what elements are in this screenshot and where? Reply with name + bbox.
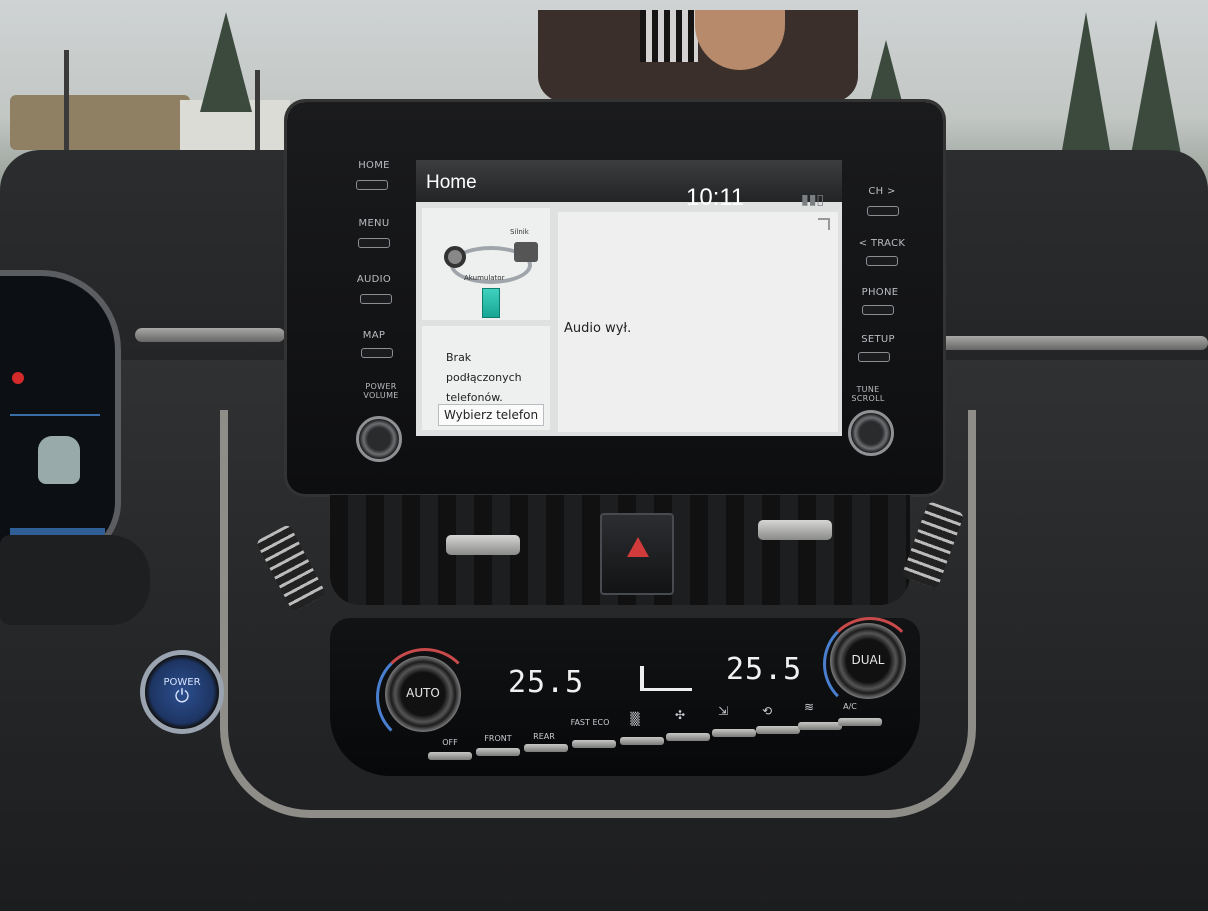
auto-knob-label: AUTO <box>406 686 440 700</box>
power-icon: ⏻ <box>174 686 190 707</box>
recirculation-icon: ⟲ <box>761 704 773 718</box>
dual-knob[interactable]: DUAL <box>830 623 906 699</box>
hedge <box>10 95 190 150</box>
fan-icon: ✣ <box>674 708 686 722</box>
audio-tile[interactable]: Audio wył. <box>558 212 838 432</box>
warning-light-icon <box>12 372 24 384</box>
off-label: OFF <box>442 738 458 747</box>
track-button[interactable] <box>866 256 898 266</box>
engine-label: Silnik <box>510 228 529 236</box>
cluster-divider <box>10 414 100 416</box>
qr-sticker <box>640 10 698 62</box>
tune-scroll-label: TUNE SCROLL <box>851 385 885 403</box>
seat-airflow-icon <box>640 666 692 691</box>
wheel-icon <box>444 246 466 268</box>
expand-icon[interactable] <box>818 218 830 230</box>
phone-status-message: Brak podłączonych telefonów. <box>446 351 522 404</box>
screen-title: Home <box>426 172 477 193</box>
setup-label: SETUP <box>861 334 895 345</box>
screen-header: Home 10:11 ▮▮▯ <box>416 160 842 211</box>
hazard-icon <box>627 537 649 557</box>
car-icon <box>38 436 80 484</box>
menu-button[interactable] <box>358 238 390 248</box>
fast-eco-label: FAST ECO <box>570 718 610 727</box>
vent-tab-right[interactable] <box>758 520 832 540</box>
hazard-button[interactable] <box>600 513 674 595</box>
select-phone-button[interactable]: Wybierz telefon <box>438 404 544 426</box>
home-button[interactable] <box>356 180 388 190</box>
ch-button[interactable] <box>867 206 899 216</box>
signal-strength-icon: ▮▮▯ <box>801 192 825 208</box>
track-label: < TRACK <box>858 238 906 249</box>
fan-button[interactable] <box>666 733 710 741</box>
menu-label: MENU <box>358 218 390 229</box>
tree <box>1060 12 1112 162</box>
off-button[interactable] <box>428 752 472 760</box>
power-volume-label: POWER VOLUME <box>363 382 399 400</box>
steering-stalk <box>0 535 150 625</box>
phone-label: PHONE <box>861 287 899 298</box>
battery-icon <box>482 288 500 318</box>
engine-icon <box>514 242 538 262</box>
audio-status: Audio wył. <box>564 321 632 336</box>
power-button[interactable]: POWER ⏻ <box>140 650 224 734</box>
audio-label: AUDIO <box>356 274 392 285</box>
map-button[interactable] <box>361 348 393 358</box>
pole <box>64 50 69 160</box>
front-defrost-button[interactable] <box>476 748 520 756</box>
ch-label: CH > <box>868 186 896 197</box>
battery-label: Akumulator <box>464 274 505 282</box>
infotainment-screen: Home 10:11 ▮▮▯ Silnik Akumulator Brak po… <box>416 160 842 436</box>
seat-heat-button[interactable] <box>620 737 664 745</box>
ac-label: A/C <box>843 702 857 711</box>
seat-heat-icon: ▒ <box>630 712 640 726</box>
rear-defrost-button[interactable] <box>524 744 568 752</box>
passenger-temperature: 25.5 <box>726 652 803 687</box>
phone-tile[interactable]: Brak podłączonych telefonów. Wybierz tel… <box>422 326 550 430</box>
power-volume-knob[interactable] <box>356 416 402 462</box>
driver-temperature: 25.5 <box>508 665 585 700</box>
recirculation-button[interactable] <box>756 726 800 734</box>
setup-button[interactable] <box>858 352 890 362</box>
instrument-cluster <box>0 270 121 562</box>
rear-defrost-label: REAR <box>533 732 555 741</box>
fresh-air-icon: ≋ <box>803 700 815 714</box>
dual-knob-label: DUAL <box>851 653 885 667</box>
clock: 10:11 <box>686 184 745 211</box>
home-label: HOME <box>358 160 390 171</box>
chrome-trim-right <box>935 336 1208 350</box>
airflow-mode-button[interactable] <box>712 729 756 737</box>
phone-button[interactable] <box>862 305 894 315</box>
tree <box>1130 20 1182 160</box>
airflow-mode-icon: ⇲ <box>717 704 729 718</box>
energy-monitor-tile[interactable]: Silnik Akumulator <box>422 208 550 320</box>
front-defrost-label: FRONT <box>484 734 512 743</box>
dashboard-photo: POWER ⏻ HOME MENU AUDIO MAP POWER VOLUME… <box>0 0 1208 911</box>
fast-eco-button[interactable] <box>572 740 616 748</box>
map-label: MAP <box>362 330 386 341</box>
fresh-air-button[interactable] <box>798 722 842 730</box>
tree <box>200 12 252 112</box>
chrome-trim-left <box>135 328 285 342</box>
audio-button[interactable] <box>360 294 392 304</box>
auto-knob[interactable]: AUTO <box>385 656 461 732</box>
ac-button[interactable] <box>838 718 882 726</box>
tune-scroll-knob[interactable] <box>848 410 894 456</box>
vent-tab-left[interactable] <box>446 535 520 555</box>
